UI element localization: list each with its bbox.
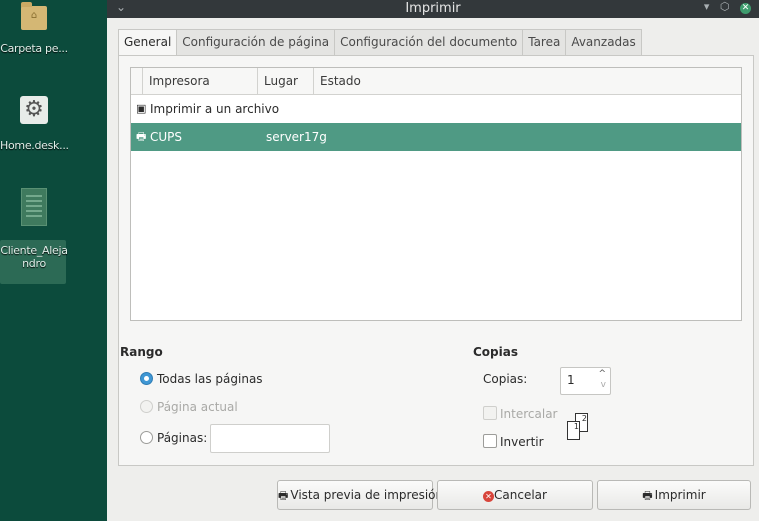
- copies-spinbutton[interactable]: 1 ^ v: [560, 367, 611, 395]
- gear-icon: ⚙: [20, 96, 48, 124]
- tab-job[interactable]: Tarea: [522, 29, 567, 55]
- tab-general[interactable]: General: [118, 29, 178, 57]
- tab-bar: General Configuración de página Configur…: [118, 29, 642, 57]
- checkbox-indicator: [483, 434, 497, 448]
- radio-indicator: [140, 400, 153, 413]
- maximize-icon[interactable]: ⬡: [720, 0, 730, 13]
- radio-label: Todas las páginas: [157, 372, 263, 386]
- button-label: Imprimir: [654, 488, 706, 502]
- desktop-icon-label: Home.desk...: [0, 139, 68, 152]
- cancel-icon: ✕: [483, 491, 495, 502]
- radio-pages[interactable]: Páginas:: [140, 429, 207, 447]
- folder-icon: ⌂: [21, 2, 47, 30]
- window-controls: ▾ ⬡ ✕: [697, 0, 751, 14]
- radio-indicator: [140, 372, 153, 385]
- copies-label: Copias:: [483, 372, 528, 386]
- column-header-location[interactable]: Lugar: [257, 68, 308, 94]
- range-title: Rango: [120, 345, 163, 359]
- printer-name: CUPS: [150, 130, 183, 144]
- pages-input[interactable]: [210, 424, 330, 453]
- checkbox-label: Invertir: [500, 435, 544, 449]
- document-icon: [21, 188, 47, 226]
- file-icon: ▣: [136, 102, 147, 115]
- printer-location: server17g: [266, 130, 327, 144]
- checkbox-indicator: [483, 406, 497, 420]
- desktop-icon-label: Carpeta pe...: [0, 42, 68, 55]
- radio-indicator: [140, 431, 153, 444]
- column-header-printer[interactable]: Impresora: [142, 68, 252, 94]
- button-label: Vista previa de impresión: [290, 488, 444, 502]
- radio-label: Página actual: [157, 400, 238, 414]
- printer-icon: 🖶: [278, 489, 289, 502]
- printer-list-header: Impresora Lugar Estado: [131, 68, 741, 95]
- desktop-icon-document[interactable]: Cliente_Aleja ndro: [0, 188, 68, 270]
- tab-page-setup[interactable]: Configuración de página: [176, 29, 336, 55]
- print-preview-button[interactable]: 🖶 Vista previa de impresión: [277, 480, 443, 510]
- column-header-state[interactable]: Estado: [313, 68, 740, 94]
- tab-document-setup[interactable]: Configuración del documento: [334, 29, 524, 55]
- increment-icon[interactable]: ^: [598, 369, 606, 379]
- checkbox-reverse[interactable]: Invertir: [483, 433, 544, 451]
- collate-preview-icon: 2 1: [567, 413, 593, 445]
- tab-panel-general: Impresora Lugar Estado ▣ Imprimir a un a…: [118, 55, 754, 466]
- printer-list[interactable]: Impresora Lugar Estado ▣ Imprimir a un a…: [130, 67, 742, 321]
- printer-name: Imprimir a un archivo: [150, 102, 280, 116]
- minimize-icon[interactable]: ▾: [704, 0, 710, 13]
- copies-value: 1: [567, 373, 575, 387]
- close-icon[interactable]: ✕: [740, 3, 751, 14]
- desktop-icon-label: Cliente_Aleja: [0, 244, 68, 257]
- printer-row-file[interactable]: ▣ Imprimir a un archivo: [131, 95, 741, 123]
- desktop: ⌂ Carpeta pe... ⚙ Home.desk... Cliente_A…: [0, 0, 107, 521]
- printer-row-cups[interactable]: 🖶 CUPS server17g: [131, 123, 741, 151]
- button-label: Cancelar: [494, 488, 547, 502]
- print-dialog: ⌄ Imprimir ▾ ⬡ ✕ General Configuración d…: [107, 0, 759, 521]
- radio-all-pages[interactable]: Todas las páginas: [140, 370, 263, 388]
- copies-title: Copias: [473, 345, 518, 359]
- page-1-icon: 1: [567, 421, 580, 440]
- checkbox-collate[interactable]: Intercalar: [483, 405, 557, 423]
- titlebar[interactable]: ⌄ Imprimir ▾ ⬡ ✕: [107, 0, 759, 18]
- desktop-icon-label-line2: ndro: [22, 257, 46, 270]
- checkbox-label: Intercalar: [500, 407, 558, 421]
- tab-advanced[interactable]: Avanzadas: [565, 29, 642, 55]
- print-button[interactable]: 🖶 Imprimir: [597, 480, 751, 510]
- window-title: Imprimir: [405, 1, 461, 16]
- printer-icon: 🖶: [136, 130, 147, 143]
- desktop-icon-home[interactable]: ⚙ Home.desk...: [0, 96, 68, 152]
- radio-current-page[interactable]: Página actual: [140, 398, 238, 416]
- desktop-icon-folder[interactable]: ⌂ Carpeta pe...: [0, 2, 68, 55]
- printer-icon: 🖶: [642, 489, 653, 502]
- radio-label: Páginas:: [157, 431, 208, 445]
- decrement-icon[interactable]: v: [601, 380, 606, 390]
- cancel-button[interactable]: ✕ Cancelar: [437, 480, 593, 510]
